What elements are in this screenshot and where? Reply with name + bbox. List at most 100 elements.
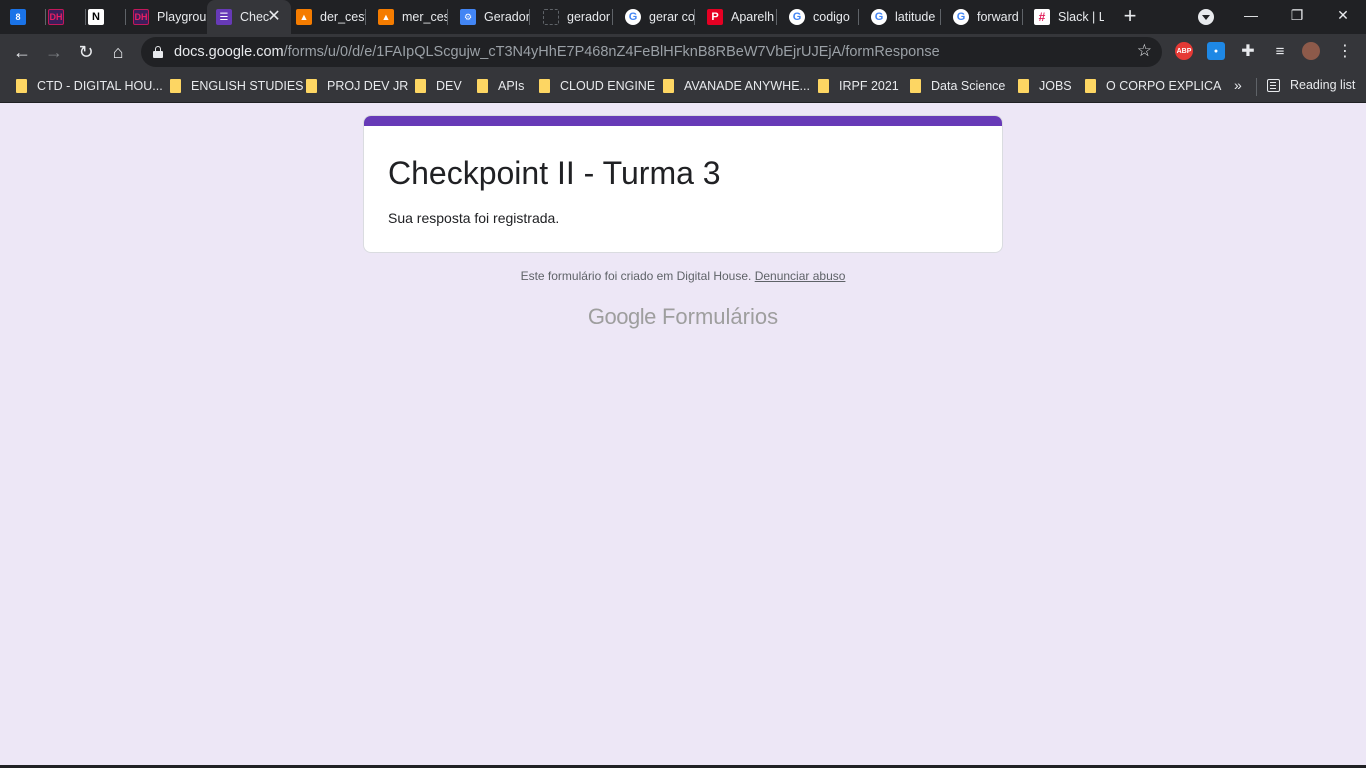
google-icon: G bbox=[789, 9, 805, 25]
tab-1[interactable]: DH bbox=[48, 0, 86, 34]
tab-3[interactable]: DH Playgrou bbox=[133, 0, 209, 34]
menu-icon[interactable]: ⋮ bbox=[1333, 40, 1357, 64]
folder-icon bbox=[818, 79, 829, 93]
bookmark-folder[interactable]: CTD - DIGITAL HOU... bbox=[16, 78, 163, 94]
url-text[interactable]: docs.google.com/forms/u/0/d/e/1FAIpQLScg… bbox=[174, 44, 940, 60]
bookmark-folder[interactable]: IRPF 2021 bbox=[818, 78, 899, 94]
tab-title: Gerador bbox=[484, 10, 530, 24]
divider bbox=[1256, 78, 1257, 96]
tab-9[interactable]: G gerar co bbox=[625, 0, 695, 34]
bookmark-folder[interactable]: PROJ DEV JR bbox=[306, 78, 408, 94]
bookmark-star-icon[interactable]: ☆ bbox=[1137, 41, 1152, 61]
bookmark-folder[interactable]: O CORPO EXPLICA bbox=[1085, 78, 1221, 94]
tab-13[interactable]: G forward bbox=[953, 0, 1023, 34]
folder-icon bbox=[1018, 79, 1029, 93]
google-icon: G bbox=[871, 9, 887, 25]
folder-icon bbox=[663, 79, 674, 93]
folder-icon bbox=[170, 79, 181, 93]
tab-8[interactable]: gerador bbox=[543, 0, 613, 34]
bookmark-folder[interactable]: CLOUD ENGINE bbox=[539, 78, 655, 94]
forms-wordmark: Formulários bbox=[661, 304, 779, 329]
lock-icon[interactable] bbox=[153, 46, 163, 58]
form-accent-bar bbox=[364, 116, 1002, 126]
media-control-icon[interactable]: ≡ bbox=[1268, 40, 1292, 64]
pinterest-icon: P bbox=[707, 9, 723, 25]
tab-title: gerar co bbox=[649, 10, 695, 24]
reading-list-label: Reading list bbox=[1290, 78, 1356, 92]
google-wordmark: Google bbox=[587, 304, 656, 329]
folder-icon bbox=[910, 79, 921, 93]
tab-0[interactable]: 8 bbox=[10, 0, 46, 34]
close-tab-icon[interactable]: ✕ bbox=[266, 9, 282, 25]
slack-icon: # bbox=[1034, 9, 1050, 25]
folder-icon bbox=[306, 79, 317, 93]
home-icon[interactable]: ⌂ bbox=[106, 40, 130, 64]
tab-5[interactable]: ▲ der_cest bbox=[296, 0, 366, 34]
new-tab-button[interactable]: + bbox=[1119, 5, 1141, 28]
tab-strip: 8 DH N DH Playgrou ☰ Chec ✕ ▲ der_cest ▲… bbox=[0, 0, 1366, 34]
footer-text: Este formulário foi criado em Digital Ho… bbox=[520, 269, 752, 283]
forms-icon: ☰ bbox=[216, 9, 232, 25]
google-icon: G bbox=[625, 9, 641, 25]
back-icon[interactable]: ← bbox=[10, 40, 34, 64]
tab-10[interactable]: P Aparelh bbox=[707, 0, 777, 34]
bookmark-folder[interactable]: DEV bbox=[415, 78, 462, 94]
tab-title: Aparelh bbox=[731, 10, 775, 24]
form-footer: Este formulário foi criado em Digital Ho… bbox=[0, 269, 1366, 283]
dotted-square-icon bbox=[543, 9, 559, 25]
form-title: Checkpoint II - Turma 3 bbox=[388, 155, 721, 191]
browser-toolbar: ← → ↻ ⌂ docs.google.com/forms/u/0/d/e/1F… bbox=[0, 34, 1366, 70]
tab-2[interactable]: N bbox=[88, 0, 126, 34]
confirmation-message: Sua resposta foi registrada. bbox=[388, 210, 560, 226]
address-bar[interactable]: docs.google.com/forms/u/0/d/e/1FAIpQLScg… bbox=[141, 37, 1162, 67]
tab-14[interactable]: # Slack | L bbox=[1034, 0, 1104, 34]
restore-button[interactable]: ❐ bbox=[1274, 0, 1320, 32]
bookmark-folder[interactable]: Data Science bbox=[910, 78, 1005, 94]
notion-icon: N bbox=[88, 9, 104, 25]
form-response-card: Checkpoint II - Turma 3 Sua resposta foi… bbox=[363, 115, 1003, 253]
bookmarks-bar: CTD - DIGITAL HOU... ENGLISH STUDIES PRO… bbox=[0, 70, 1366, 103]
reading-list-button[interactable]: Reading list bbox=[1267, 78, 1355, 92]
folder-icon bbox=[415, 79, 426, 93]
tab-title: latitude bbox=[895, 10, 936, 24]
tab-title: forward bbox=[977, 10, 1019, 24]
tab-4-active[interactable]: ☰ Chec ✕ bbox=[207, 0, 291, 34]
dh-logo-icon: DH bbox=[133, 9, 149, 25]
tab-title: Slack | L bbox=[1058, 10, 1104, 24]
google-forms-logo[interactable]: Google Formulários bbox=[0, 304, 1366, 330]
extensions-puzzle-icon[interactable]: ✚ bbox=[1236, 40, 1260, 64]
report-abuse-link[interactable]: Denunciar abuso bbox=[755, 269, 846, 283]
tab-title: mer_ces bbox=[402, 10, 448, 24]
minimize-button[interactable]: — bbox=[1228, 0, 1274, 32]
tab-title: codigo bbox=[813, 10, 850, 24]
tab-6[interactable]: ▲ mer_ces bbox=[378, 0, 448, 34]
dh-logo-icon: DH bbox=[48, 9, 64, 25]
bookmark-folder[interactable]: AVANADE ANYWHE... bbox=[663, 78, 810, 94]
close-window-button[interactable]: ✕ bbox=[1320, 0, 1366, 32]
reload-icon[interactable]: ↻ bbox=[74, 40, 98, 64]
abp-icon[interactable]: ABP bbox=[1175, 42, 1193, 60]
tab-title: gerador bbox=[567, 10, 611, 24]
tab-title: Chec bbox=[240, 10, 270, 24]
tab-7[interactable]: ⚙ Gerador bbox=[460, 0, 530, 34]
bookmarks-overflow-button[interactable]: » bbox=[1234, 77, 1242, 93]
gear-icon: ⚙ bbox=[460, 9, 476, 25]
folder-icon bbox=[477, 79, 488, 93]
folder-icon bbox=[1085, 79, 1096, 93]
forward-icon[interactable]: → bbox=[42, 40, 66, 64]
folder-icon bbox=[539, 79, 550, 93]
bookmark-folder[interactable]: JOBS bbox=[1018, 78, 1072, 94]
bookmark-folder[interactable]: ENGLISH STUDIES bbox=[170, 78, 304, 94]
profile-avatar[interactable] bbox=[1302, 42, 1320, 60]
tab-12[interactable]: G latitude bbox=[871, 0, 941, 34]
google-icon: G bbox=[953, 9, 969, 25]
diagram-icon: ▲ bbox=[378, 9, 394, 25]
diagram-icon: ▲ bbox=[296, 9, 312, 25]
bookmark-folder[interactable]: APIs bbox=[477, 78, 524, 94]
reading-list-icon bbox=[1267, 78, 1280, 92]
tab-title: der_cest bbox=[320, 10, 366, 24]
tab-11[interactable]: G codigo bbox=[789, 0, 859, 34]
drop-icon[interactable]: ● bbox=[1207, 42, 1225, 60]
tab-title: Playgrou bbox=[157, 10, 207, 24]
tab-search-icon[interactable] bbox=[1198, 9, 1214, 25]
